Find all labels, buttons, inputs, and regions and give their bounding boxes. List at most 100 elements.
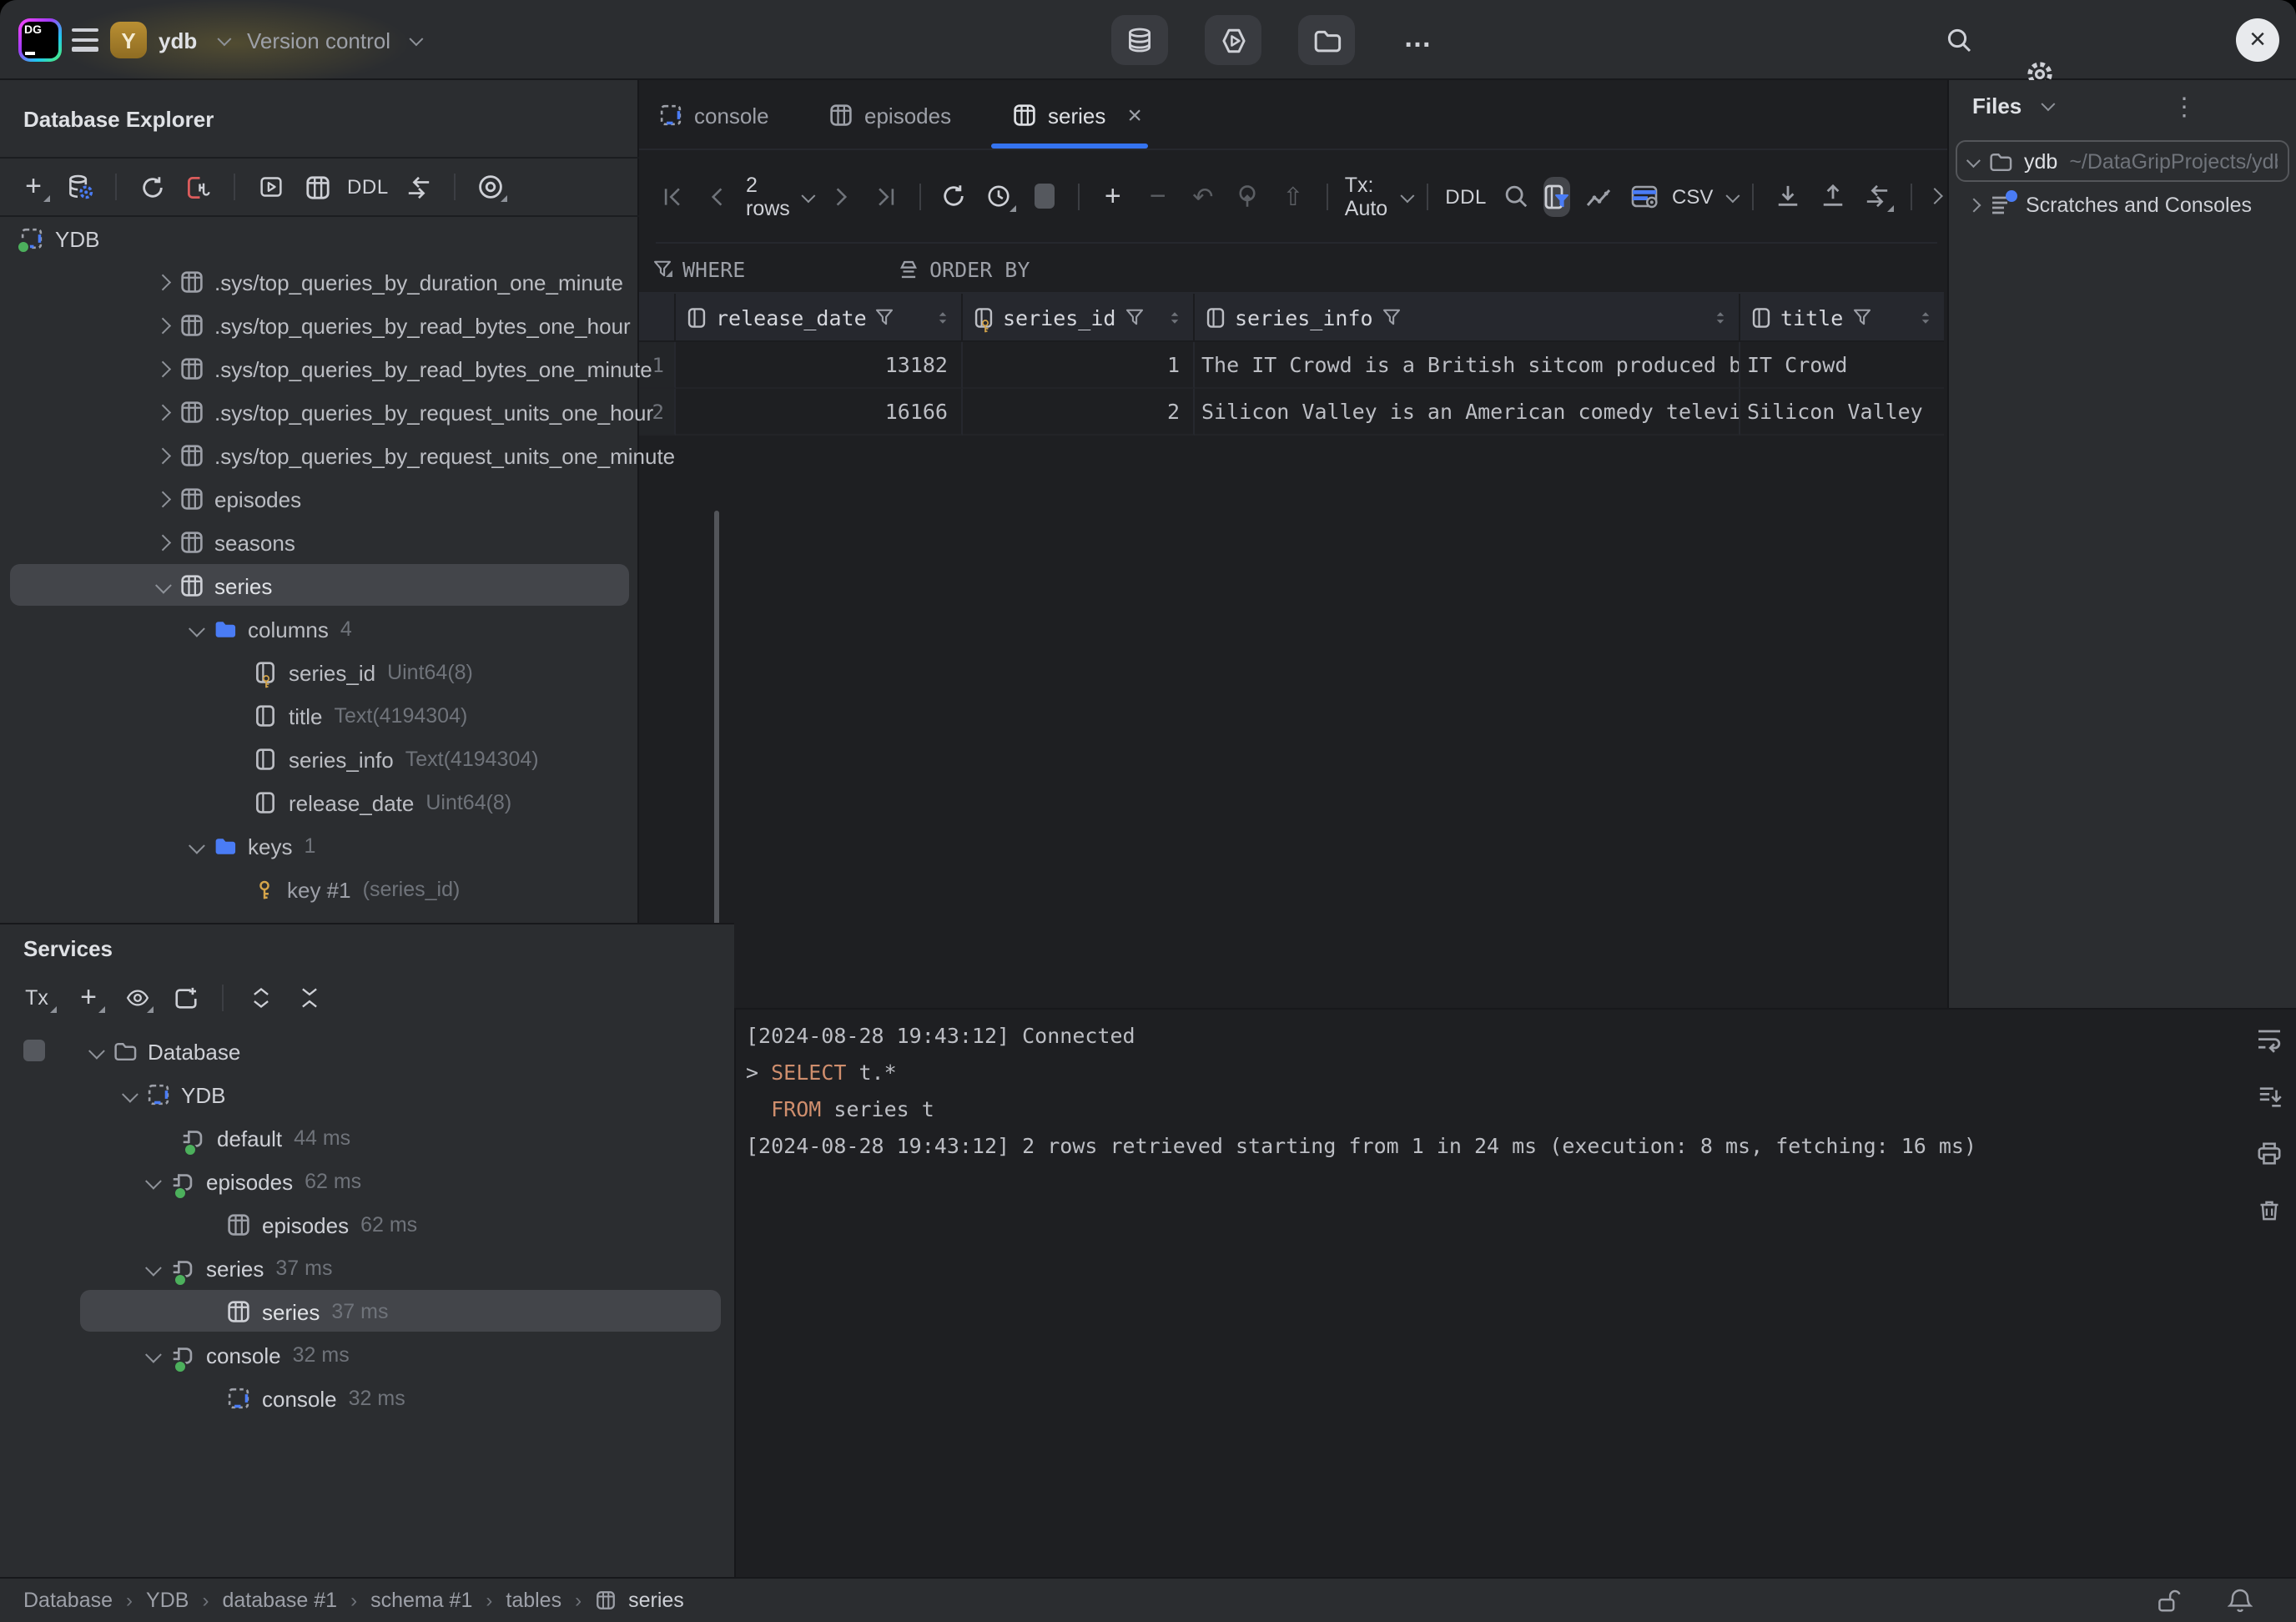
last-page-button[interactable]: [869, 179, 903, 213]
grid-header-title[interactable]: title: [1740, 294, 1944, 342]
compare-button[interactable]: [1860, 179, 1894, 213]
tree-item-key[interactable]: key #1 (series_id): [254, 868, 460, 911]
tree-item-table[interactable]: .sys/top_queries_by_request_units_one_ho…: [157, 390, 653, 434]
tree-item-table-episodes[interactable]: episodes: [157, 477, 301, 521]
tab-series[interactable]: series ×: [1013, 80, 1142, 150]
export-format-dropdown[interactable]: CSV: [1672, 184, 1735, 208]
import-button[interactable]: [1770, 179, 1804, 213]
previous-page-button[interactable]: [701, 179, 734, 213]
grid-cell[interactable]: Silicon Valley: [1740, 389, 1944, 436]
services-item-series[interactable]: series 37 ms: [147, 1247, 332, 1290]
grid-header-release-date[interactable]: release_date: [676, 294, 963, 342]
revert-button[interactable]: ↶: [1186, 179, 1220, 213]
tx-mode-dropdown[interactable]: Tx: Auto: [1345, 173, 1410, 219]
tree-item-columns-folder[interactable]: columns 4: [190, 607, 352, 651]
print-button[interactable]: [2253, 1136, 2286, 1170]
view-options-button[interactable]: [474, 170, 507, 204]
funnel-icon[interactable]: [875, 307, 895, 327]
tree-item-table-series-selected[interactable]: series: [157, 564, 272, 607]
collapse-all-button[interactable]: [292, 981, 325, 1015]
pretty-view-button[interactable]: [1627, 179, 1660, 213]
new-console-button[interactable]: [254, 170, 287, 204]
delete-row-button[interactable]: −: [1141, 179, 1175, 213]
ddl-button[interactable]: DDL: [347, 175, 389, 199]
grid-cell[interactable]: The IT Crowd is a British sitcom produce…: [1195, 342, 1740, 389]
funnel-icon[interactable]: [1851, 307, 1871, 327]
project-widget[interactable]: Y ydb: [110, 22, 228, 58]
query-history-button[interactable]: [983, 179, 1016, 213]
grid-cell[interactable]: 16166: [676, 389, 963, 436]
ddl-button[interactable]: DDL: [1445, 184, 1487, 208]
export-button[interactable]: [1815, 179, 1849, 213]
breadcrumb-item-current[interactable]: series: [628, 1589, 684, 1612]
grid-header-series-id[interactable]: series_id: [963, 294, 1195, 342]
where-clause-field[interactable]: WHERE: [652, 244, 745, 294]
more-actions-button[interactable]: …: [1395, 13, 1442, 63]
commit-button[interactable]: [1231, 179, 1265, 213]
add-row-button[interactable]: +: [1096, 179, 1130, 213]
stop-service-button[interactable]: [23, 1040, 45, 1061]
reload-data-button[interactable]: [938, 179, 971, 213]
tab-episodes[interactable]: episodes: [829, 80, 951, 150]
services-item-console[interactable]: console 32 ms: [147, 1333, 350, 1377]
grid-cell[interactable]: 2: [963, 389, 1195, 436]
filter-button-active[interactable]: [1543, 176, 1570, 216]
disconnect-button[interactable]: [182, 170, 215, 204]
tree-item-ydb-root[interactable]: YDB: [20, 217, 99, 260]
files-panel-kebab[interactable]: ⋮: [2168, 90, 2201, 123]
grid-header-series-info[interactable]: series_info: [1195, 294, 1740, 342]
notifications-bell-icon[interactable]: [2223, 1584, 2256, 1617]
show-options-button[interactable]: [120, 981, 154, 1015]
grid-cell[interactable]: Silicon Valley is an American comedy tel…: [1195, 389, 1740, 436]
breadcrumb-item[interactable]: database #1: [222, 1589, 337, 1612]
tx-toggle-button[interactable]: Tx: [17, 981, 57, 1015]
sort-icon[interactable]: [1917, 306, 1934, 328]
grid-cell[interactable]: 13182: [676, 342, 963, 389]
find-button[interactable]: [1498, 179, 1532, 213]
chevron-right-icon[interactable]: [1926, 188, 1943, 204]
tree-item-keys-folder[interactable]: keys 1: [190, 824, 315, 868]
tab-close-icon[interactable]: ×: [1127, 103, 1142, 128]
window-close-button[interactable]: ×: [2236, 18, 2279, 62]
app-logo[interactable]: DG: [18, 18, 62, 62]
submit-button[interactable]: ⇧: [1276, 179, 1310, 213]
services-item-database[interactable]: Database: [90, 1030, 240, 1073]
first-page-button[interactable]: [656, 179, 689, 213]
tree-item-column-release-date[interactable]: release_date Uint64(8): [254, 781, 511, 824]
tree-item-table[interactable]: .sys/top_queries_by_request_units_one_mi…: [157, 434, 675, 477]
tree-item-column-series-id[interactable]: series_id Uint64(8): [254, 651, 473, 694]
clear-console-button[interactable]: [2253, 1193, 2286, 1227]
search-everywhere-button[interactable]: [1942, 23, 1976, 57]
console-output[interactable]: [2024-08-28 19:43:12] Connected > SELECT…: [734, 1008, 2296, 1577]
add-service-button[interactable]: +: [72, 981, 105, 1015]
breadcrumb-item[interactable]: schema #1: [370, 1589, 472, 1612]
funnel-icon[interactable]: [1382, 307, 1402, 327]
expand-all-button[interactable]: [244, 981, 277, 1015]
sort-icon[interactable]: [934, 306, 951, 328]
tree-item-column-series-info[interactable]: series_info Text(4194304): [254, 738, 539, 781]
open-table-button[interactable]: [300, 170, 334, 204]
tab-console[interactable]: console: [659, 80, 769, 150]
open-in-new-tab-button[interactable]: [169, 981, 202, 1015]
tree-item-table[interactable]: .sys/top_queries_by_read_bytes_one_minut…: [157, 347, 652, 390]
services-item-episodes[interactable]: episodes 62 ms: [147, 1160, 361, 1203]
row-count-dropdown[interactable]: 2 rows: [746, 173, 813, 219]
breadcrumb-item[interactable]: YDB: [146, 1589, 189, 1612]
grid-cell[interactable]: IT Crowd: [1740, 342, 1944, 389]
add-datasource-button[interactable]: +: [17, 170, 50, 204]
soft-wrap-button[interactable]: [2253, 1023, 2286, 1056]
datasource-properties-button[interactable]: [63, 170, 97, 204]
version-control-widget[interactable]: Version control: [247, 23, 420, 57]
scroll-to-end-button[interactable]: [2253, 1080, 2286, 1113]
lock-open-icon[interactable]: [2152, 1584, 2186, 1617]
run-query-button[interactable]: [1205, 15, 1261, 65]
tree-item-table-seasons[interactable]: seasons: [157, 521, 295, 564]
database-tool-button[interactable]: [1111, 15, 1168, 65]
chart-view-button[interactable]: [1582, 179, 1615, 213]
services-item-default[interactable]: default 44 ms: [180, 1116, 350, 1160]
files-panel-header[interactable]: Files: [1972, 80, 2051, 130]
refresh-button[interactable]: [135, 170, 169, 204]
jump-to-editor-button[interactable]: [402, 170, 436, 204]
breadcrumb-item[interactable]: tables: [506, 1589, 561, 1612]
sort-icon[interactable]: [1712, 306, 1729, 328]
